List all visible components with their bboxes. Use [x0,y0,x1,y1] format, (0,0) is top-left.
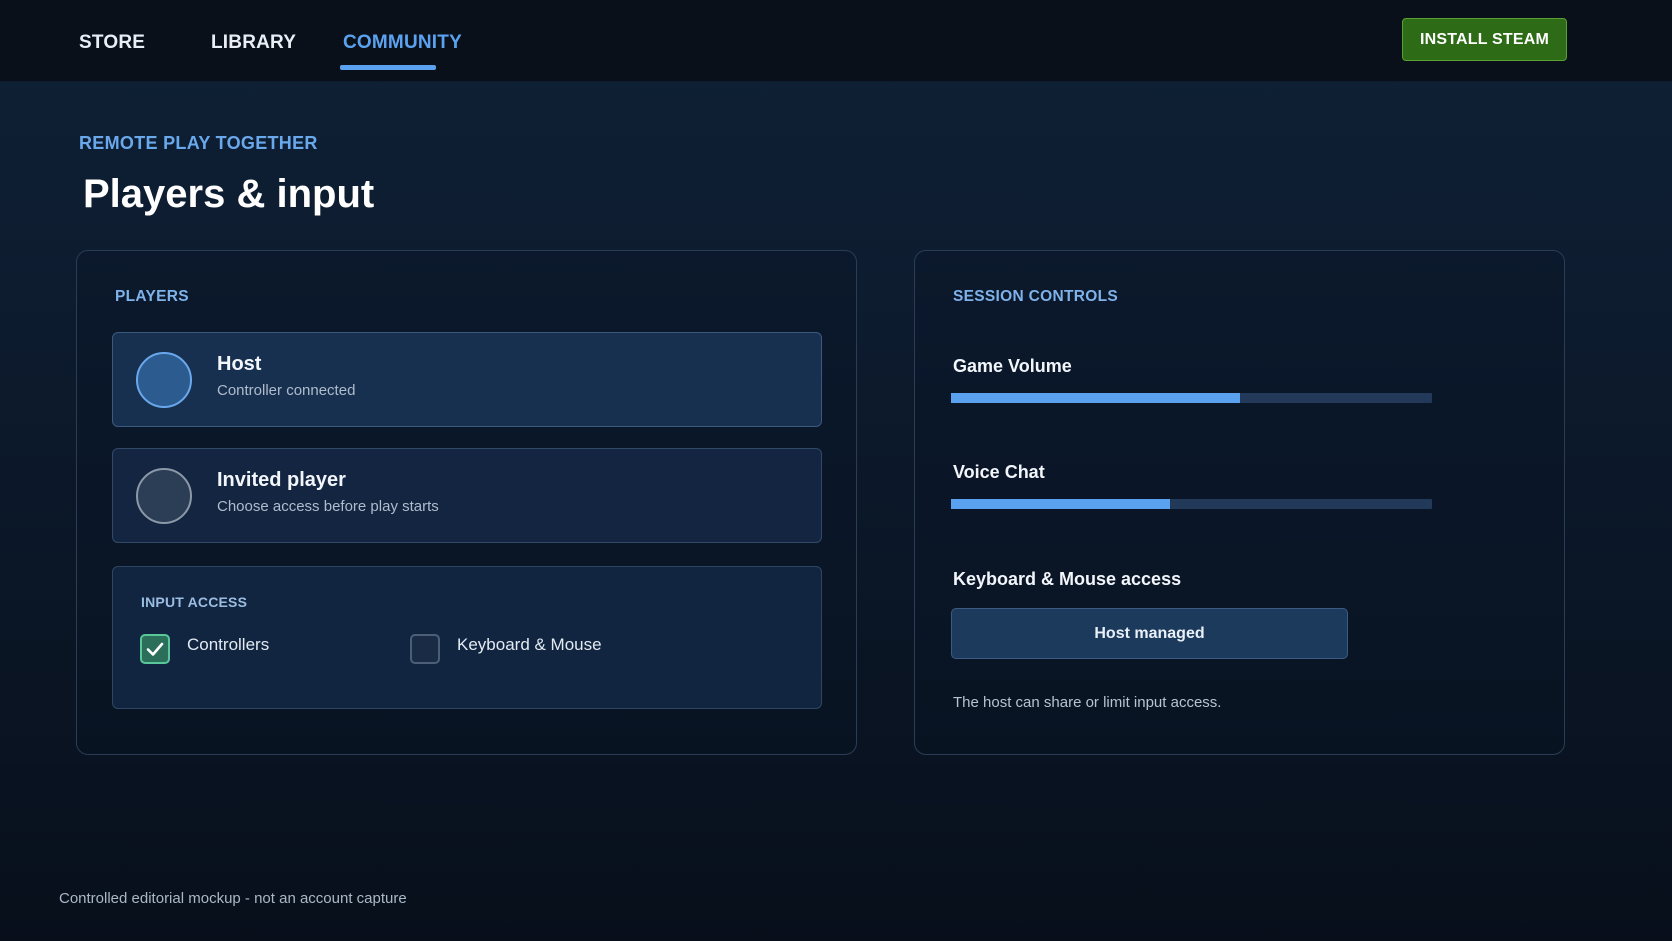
voice-chat-label: Voice Chat [953,462,1045,482]
game-volume-fill [951,393,1240,403]
input-access-label: INPUT ACCESS [141,594,248,610]
player-row-invited[interactable]: Invited player Choose access before play… [112,448,822,543]
host-avatar [136,352,192,408]
access-note: The host can share or limit input access… [953,694,1222,711]
checkmark-icon [146,642,164,656]
nav-library[interactable]: LIBRARY [211,32,296,54]
player-status: Controller connected [217,382,356,399]
section-eyebrow: REMOTE PLAY TOGETHER [79,133,318,153]
controllers-label: Controllers [187,635,270,654]
players-card: PLAYERS Host Controller connected Invite… [76,250,857,755]
player-name: Host [217,353,262,375]
page-title: Players & input [83,172,375,216]
player-row-host[interactable]: Host Controller connected [112,332,822,427]
install-steam-button[interactable]: INSTALL STEAM [1402,18,1567,61]
keyboard-mouse-checkbox[interactable] [410,634,440,664]
active-tab-indicator [340,65,436,70]
keyboard-mouse-label: Keyboard & Mouse [457,635,602,654]
game-volume-label: Game Volume [953,356,1072,376]
nav-store[interactable]: STORE [79,32,145,54]
top-nav-bar: STORE LIBRARY COMMUNITY INSTALL STEAM [0,0,1672,82]
footer-note: Controlled editorial mockup - not an acc… [59,890,407,907]
voice-chat-fill [951,499,1170,509]
invited-avatar [136,468,192,524]
voice-chat-slider[interactable] [951,499,1432,509]
kbm-access-label: Keyboard & Mouse access [953,569,1182,589]
controllers-checkbox[interactable] [140,634,170,664]
nav-community[interactable]: COMMUNITY [343,32,462,54]
session-controls-label: SESSION CONTROLS [953,288,1118,305]
player-name: Invited player [217,469,346,491]
player-status: Choose access before play starts [217,498,439,515]
players-label: PLAYERS [115,288,189,305]
host-managed-button[interactable]: Host managed [951,608,1348,659]
game-volume-slider[interactable] [951,393,1432,403]
input-access-panel: INPUT ACCESS Controllers Keyboard & Mous… [112,566,822,709]
session-controls-card: SESSION CONTROLS Game Volume Voice Chat … [914,250,1565,755]
